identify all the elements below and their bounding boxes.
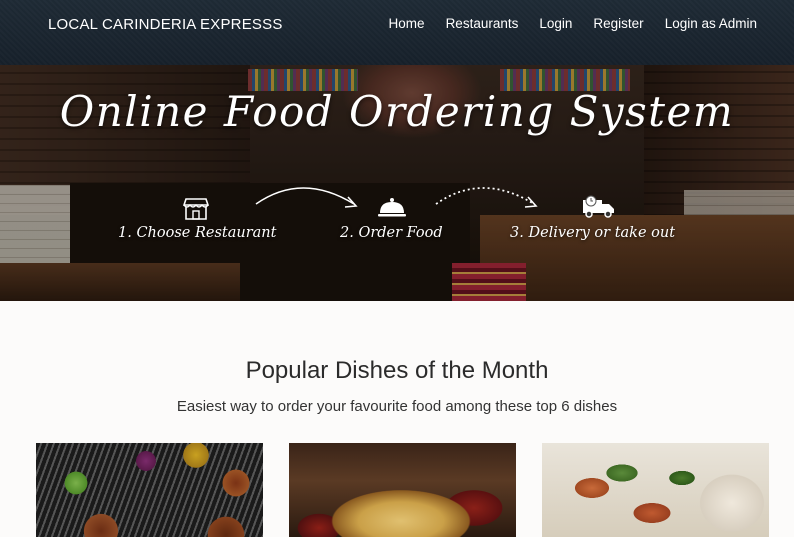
nav-links: Home Restaurants Login Register Login as… [389, 16, 757, 31]
nav-register-link[interactable]: Register [593, 16, 643, 31]
navbar: LOCAL CARINDERIA EXPRESSS Home Restauran… [0, 0, 794, 65]
dish-card-image[interactable] [36, 443, 263, 537]
step-3-label: 3. Delivery or take out [510, 225, 676, 241]
cloche-icon [378, 198, 406, 217]
section-title: Popular Dishes of the Month [245, 357, 549, 384]
store-icon [183, 198, 209, 220]
dish-card-image[interactable] [542, 443, 769, 537]
nav-restaurants-link[interactable]: Restaurants [446, 16, 519, 31]
nav-login-link[interactable]: Login [539, 16, 572, 31]
nav-admin-login-link[interactable]: Login as Admin [665, 16, 757, 31]
curved-arrow-icon [255, 187, 358, 208]
step-2-label: 2. Order Food [340, 225, 443, 241]
dish-card-image[interactable] [289, 443, 516, 537]
delivery-truck-icon [583, 195, 614, 218]
step-1-label: 1. Choose Restaurant [118, 225, 277, 241]
hero-banner: Online Food Ordering System 1. Choose Re… [0, 65, 794, 301]
brand-logo-text[interactable]: LOCAL CARINDERIA EXPRESSS [48, 16, 283, 33]
dotted-arrow-icon [435, 187, 538, 208]
nav-home-link[interactable]: Home [389, 16, 425, 31]
hero-title: Online Food Ordering System [59, 87, 735, 136]
section-subtitle: Easiest way to order your favourite food… [176, 398, 618, 415]
